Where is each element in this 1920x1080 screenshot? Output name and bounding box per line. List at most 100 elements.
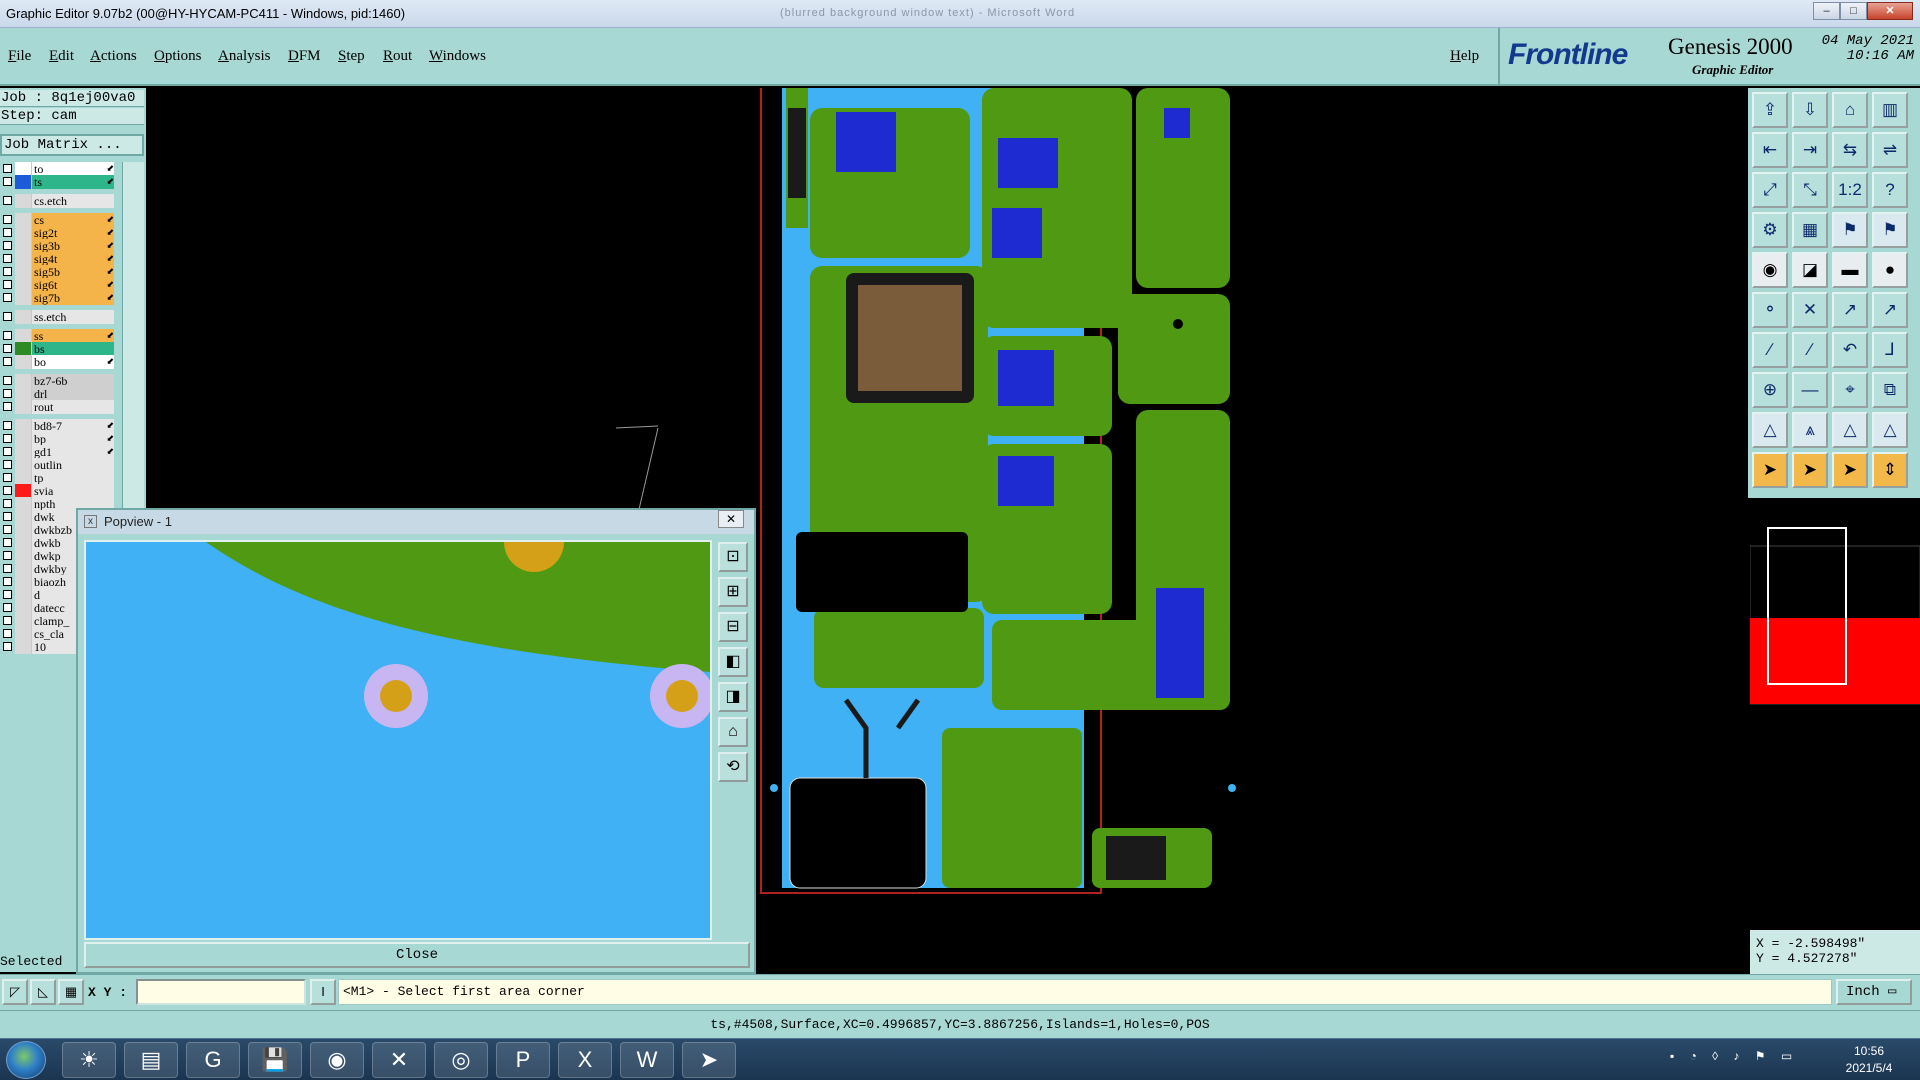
popview-zoomed-board[interactable]: [86, 542, 710, 938]
system-tray[interactable]: ▪ ◔ ◊ ♪ ⚑ ▭: [1670, 1049, 1820, 1071]
layer-color-swatch[interactable]: [15, 588, 31, 602]
layer-name[interactable]: sig7b: [32, 291, 114, 305]
pan-right-icon[interactable]: ◨: [718, 682, 748, 712]
layer-color-swatch[interactable]: [15, 400, 31, 414]
layer-checkbox[interactable]: [3, 164, 12, 173]
layer-color-swatch[interactable]: [15, 549, 31, 563]
tool-button-icon[interactable]: ▬: [1832, 252, 1868, 288]
taskbar-app-g-icon[interactable]: G: [186, 1042, 240, 1078]
layer-checkbox[interactable]: [3, 254, 12, 263]
tool-button-icon[interactable]: ◉: [1752, 252, 1788, 288]
layer-checkbox[interactable]: [3, 293, 12, 302]
layer-row[interactable]: bs: [0, 342, 118, 356]
layer-name[interactable]: to: [32, 162, 114, 176]
menu-rout[interactable]: Rout: [383, 48, 412, 65]
tool-button-icon[interactable]: ?: [1872, 172, 1908, 208]
layer-color-swatch[interactable]: [15, 374, 31, 388]
layer-checkbox[interactable]: [3, 357, 12, 366]
popview-titlebar[interactable]: x Popview - 1 ✕: [78, 510, 754, 534]
overview-map[interactable]: [1749, 498, 1920, 926]
layer-name[interactable]: ss.etch: [32, 310, 114, 324]
layer-checkbox[interactable]: [3, 447, 12, 456]
layer-name[interactable]: gd1: [32, 445, 114, 459]
layer-name[interactable]: ss: [32, 329, 114, 343]
layer-name[interactable]: sig3b: [32, 239, 114, 253]
layer-name[interactable]: rout: [32, 400, 114, 414]
layer-color-swatch[interactable]: [15, 523, 31, 537]
close-window-button[interactable]: ✕: [1867, 2, 1913, 20]
layer-color-swatch[interactable]: [15, 239, 31, 253]
tool-button-icon[interactable]: ⇪: [1752, 92, 1788, 128]
layer-checkbox[interactable]: [3, 389, 12, 398]
menu-actions[interactable]: Actions: [90, 48, 137, 65]
menu-file[interactable]: File: [8, 48, 31, 65]
layer-name[interactable]: svia: [32, 484, 114, 498]
taskbar-app-notepad-icon[interactable]: ▤: [124, 1042, 178, 1078]
layer-color-swatch[interactable]: [15, 291, 31, 305]
layer-color-swatch[interactable]: [15, 355, 31, 369]
layer-checkbox[interactable]: [3, 402, 12, 411]
layer-color-swatch[interactable]: [15, 342, 31, 356]
layer-checkbox[interactable]: [3, 196, 12, 205]
tool-button-icon[interactable]: ●: [1872, 252, 1908, 288]
taskbar-app-genesis-icon[interactable]: ◎: [434, 1042, 488, 1078]
tool-button-icon[interactable]: ⇩: [1792, 92, 1828, 128]
taskbar-app-send-icon[interactable]: ➤: [682, 1042, 736, 1078]
layer-checkbox[interactable]: [3, 551, 12, 560]
layer-checkbox[interactable]: [3, 344, 12, 353]
tool-button-icon[interactable]: ⇥: [1792, 132, 1828, 168]
tool-button-icon[interactable]: ⤡: [1792, 172, 1828, 208]
layer-color-swatch[interactable]: [15, 536, 31, 550]
measure-icon[interactable]: ◺: [30, 979, 56, 1005]
tool-button-icon[interactable]: ⩓: [1792, 412, 1828, 448]
layer-color-swatch[interactable]: [15, 175, 31, 189]
layer-checkbox[interactable]: [3, 241, 12, 250]
home-icon[interactable]: ⌂: [718, 717, 748, 747]
layer-color-swatch[interactable]: [15, 601, 31, 615]
layer-drag-icon[interactable]: ⬋: [106, 176, 114, 187]
tool-button-icon[interactable]: ➤: [1752, 452, 1788, 488]
menu-edit[interactable]: Edit: [49, 48, 74, 65]
layer-color-swatch[interactable]: [15, 562, 31, 576]
layer-row[interactable]: sig2t ⬋: [0, 226, 118, 240]
layer-drag-icon[interactable]: ⬋: [106, 446, 114, 457]
layer-row[interactable]: sig4t ⬋: [0, 252, 118, 266]
tool-button-icon[interactable]: ⇌: [1872, 132, 1908, 168]
layer-row[interactable]: sig3b ⬋: [0, 239, 118, 253]
layer-drag-icon[interactable]: ⬋: [106, 214, 114, 225]
tool-button-icon[interactable]: ➤: [1792, 452, 1828, 488]
layer-color-swatch[interactable]: [15, 497, 31, 511]
taskbar-app-x-icon[interactable]: ✕: [372, 1042, 426, 1078]
layer-checkbox[interactable]: [3, 312, 12, 321]
taskbar-clock[interactable]: 10:56 2021/5/4: [1826, 1043, 1912, 1077]
layer-checkbox[interactable]: [3, 177, 12, 186]
layer-checkbox[interactable]: [3, 421, 12, 430]
pan-left-icon[interactable]: ◧: [718, 647, 748, 677]
layer-checkbox[interactable]: [3, 577, 12, 586]
menu-dfm[interactable]: DFM: [288, 48, 321, 65]
text-cursor-icon[interactable]: I: [310, 979, 336, 1005]
layer-row[interactable]: tp: [0, 471, 118, 485]
layer-color-swatch[interactable]: [15, 627, 31, 641]
layer-row[interactable]: outlin: [0, 458, 118, 472]
layer-row[interactable]: ss.etch: [0, 310, 118, 324]
tool-button-icon[interactable]: ⧉: [1872, 372, 1908, 408]
layer-name[interactable]: cs.etch: [32, 194, 114, 208]
layer-checkbox[interactable]: [3, 434, 12, 443]
layer-checkbox[interactable]: [3, 331, 12, 340]
layer-row[interactable]: bo ⬋: [0, 355, 118, 369]
layer-color-swatch[interactable]: [15, 575, 31, 589]
tool-button-icon[interactable]: —: [1792, 372, 1828, 408]
taskbar-app-p-icon[interactable]: P: [496, 1042, 550, 1078]
tool-button-icon[interactable]: △: [1872, 412, 1908, 448]
tool-button-icon[interactable]: ◪: [1792, 252, 1828, 288]
tool-button-icon[interactable]: △: [1752, 412, 1788, 448]
menu-help[interactable]: Help: [1450, 48, 1479, 65]
tool-button-icon[interactable]: ⚙: [1752, 212, 1788, 248]
tool-button-icon[interactable]: ➤: [1832, 452, 1868, 488]
layer-checkbox[interactable]: [3, 603, 12, 612]
taskbar-app-eye-icon[interactable]: ◉: [310, 1042, 364, 1078]
layer-row[interactable]: cs.etch: [0, 194, 118, 208]
layer-name[interactable]: sig6t: [32, 278, 114, 292]
layer-name[interactable]: sig5b: [32, 265, 114, 279]
